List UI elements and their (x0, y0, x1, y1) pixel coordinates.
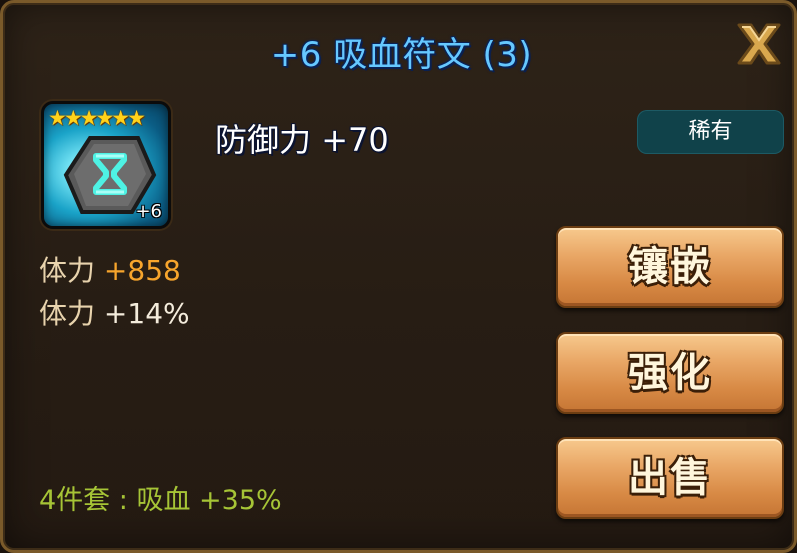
set-effect: 4件套 : 吸血 +35% (39, 485, 282, 516)
sub-stat-value: +14% (103, 297, 190, 330)
equip-button[interactable]: 镶嵌 (556, 226, 784, 308)
main-stat: 防御力 +70 (215, 115, 389, 161)
powerup-button[interactable]: 强化 (556, 332, 784, 414)
sub-stat-row: 体力 +858 (39, 249, 181, 289)
rune-level-label: +6 (135, 201, 162, 222)
main-stat-value: +70 (321, 121, 389, 159)
rune-info-dialog: +6 吸血符文 (3) ★★★★★★ +6 防御力 +70 稀有 体力 +858… (0, 0, 797, 553)
sub-stat-label: 体力 (39, 297, 96, 330)
rune-icon[interactable]: ★★★★★★ +6 (41, 101, 171, 229)
rune-stars: ★★★★★★ (48, 106, 146, 130)
main-stat-label: 防御力 (215, 121, 312, 159)
sub-stat-label: 体力 (39, 254, 96, 287)
sell-button[interactable]: 出售 (556, 437, 784, 519)
rarity-badge: 稀有 (637, 110, 784, 154)
close-button[interactable] (731, 19, 787, 69)
dialog-title: +6 吸血符文 (3) (270, 35, 533, 75)
close-x-icon (737, 23, 781, 65)
sub-stat-value: +858 (103, 254, 181, 287)
sub-stat-row: 体力 +14% (39, 292, 190, 332)
